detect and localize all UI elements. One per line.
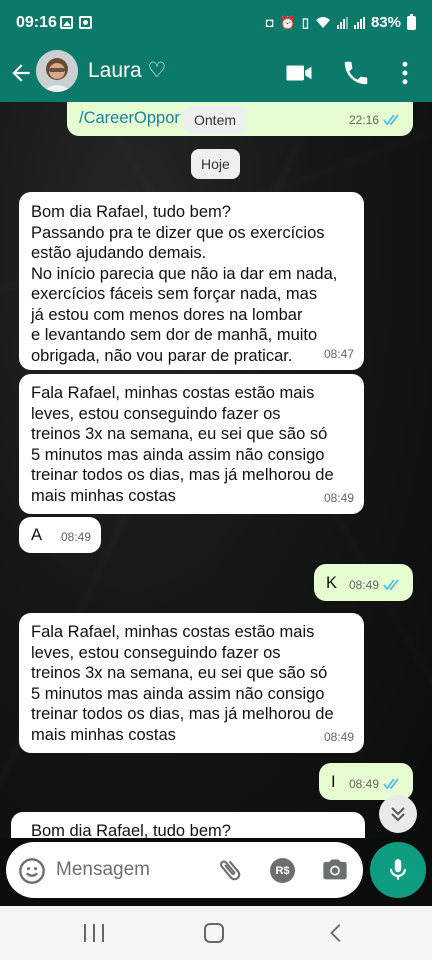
back-arrow-icon[interactable] — [8, 60, 34, 86]
vibrate-icon: ▯ — [301, 14, 309, 30]
signal-icon — [353, 16, 365, 29]
status-time: 09:16 — [16, 14, 57, 31]
emoji-icon[interactable] — [18, 857, 46, 885]
message-text: Fala Rafael, minhas costas estão mais le… — [31, 384, 334, 505]
home-icon[interactable] — [204, 923, 224, 943]
date-separator: Ontem — [184, 106, 247, 134]
message-time: 08:49 — [323, 729, 354, 744]
date-separator: Hoje — [191, 149, 240, 179]
message-input[interactable] — [56, 854, 206, 886]
message-time: 08:49 — [323, 490, 354, 505]
message-field: R$ — [6, 842, 363, 898]
message-text: Bom dia Rafael, tudo bem? Passando pra t… — [31, 203, 338, 365]
status-bar: 09:16 ◘ ⏰ ▯ 83% — [0, 0, 432, 48]
signal-icon — [336, 16, 348, 29]
video-call-icon[interactable] — [284, 58, 314, 88]
read-ticks-icon — [383, 114, 399, 126]
back-icon[interactable] — [326, 922, 348, 944]
nfc-icon: ◘ — [265, 15, 274, 30]
message-time: 08:47 — [323, 346, 354, 361]
message-bubble-incoming[interactable]: Bom dia Rafael, tudo bem? Passando pra t… — [19, 192, 364, 370]
read-ticks-icon — [383, 778, 399, 790]
message-link[interactable]: /CareerOppor — [79, 108, 180, 129]
message-bubble-incoming[interactable]: Fala Rafael, minhas costas estão mais le… — [19, 613, 364, 753]
phone-call-icon[interactable] — [341, 58, 371, 88]
message-bubble-incoming[interactable]: A 08:49 — [19, 517, 101, 553]
microphone-icon — [389, 859, 407, 880]
battery-icon — [407, 13, 416, 30]
image-notification-icon — [60, 16, 73, 29]
message-text: A — [31, 526, 43, 544]
message-text: Bom dia Rafael, tudo bem? — [31, 822, 231, 838]
chevron-double-down-icon — [391, 807, 405, 822]
message-bubble-incoming[interactable]: Fala Rafael, minhas costas estão mais le… — [19, 374, 364, 514]
battery-percent: 83% — [370, 14, 401, 31]
attach-icon[interactable] — [216, 856, 244, 884]
contact-name[interactable]: Laura ♡ — [88, 58, 166, 83]
message-bubble-incoming[interactable]: Bom dia Rafael, tudo bem? — [11, 812, 365, 838]
message-time: 08:49 — [60, 529, 91, 544]
composer-bar: R$ — [0, 838, 432, 906]
message-text: K — [326, 574, 338, 592]
screen-record-icon — [79, 16, 92, 29]
message-text: Fala Rafael, minhas costas estão mais le… — [31, 623, 334, 744]
message-text: I — [331, 773, 336, 791]
alarm-icon: ⏰ — [279, 14, 296, 30]
message-bubble-outgoing[interactable]: K 08:49 — [314, 564, 413, 601]
message-time: 08:49 — [348, 776, 379, 791]
camera-icon[interactable] — [320, 856, 350, 884]
chat-area[interactable]: /CareerOppor 22:16 Ontem Hoje Bom dia Ra… — [0, 102, 432, 838]
read-ticks-icon — [383, 579, 399, 591]
wifi-icon — [315, 17, 330, 28]
message-time: 22:16 — [348, 112, 379, 127]
system-nav-bar — [0, 906, 432, 960]
more-options-icon[interactable] — [390, 58, 420, 88]
message-time: 08:49 — [348, 577, 379, 592]
avatar[interactable] — [36, 50, 78, 92]
chat-header: Laura ♡ — [0, 48, 432, 102]
recent-apps-icon[interactable] — [84, 924, 104, 942]
microphone-button[interactable] — [370, 842, 426, 898]
scroll-down-button[interactable] — [379, 795, 417, 833]
payment-icon[interactable]: R$ — [270, 858, 295, 883]
